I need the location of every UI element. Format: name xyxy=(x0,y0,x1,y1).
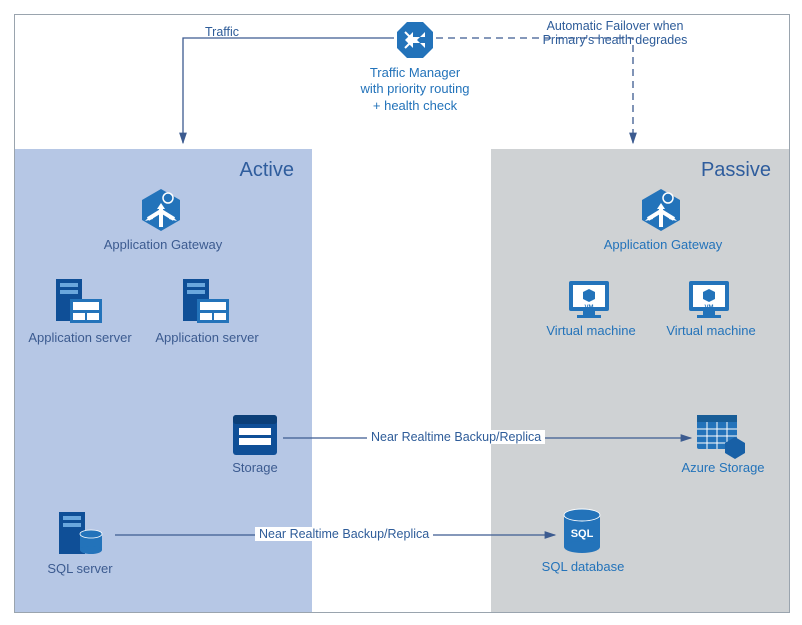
app-gateway-icon-active xyxy=(138,187,184,233)
vm-label-1: Virtual machine xyxy=(537,323,645,338)
azure-storage-label: Azure Storage xyxy=(675,460,771,475)
svg-text:SQL: SQL xyxy=(571,528,594,540)
storage-icon-active xyxy=(231,413,279,457)
sql-server-label: SQL server xyxy=(40,561,120,576)
backup-edge-label-2: Near Realtime Backup/Replica xyxy=(255,527,433,541)
app-server-icon-2 xyxy=(177,277,233,327)
diagram-canvas: Active Passive Traffic Automatic Failove… xyxy=(14,14,790,613)
sql-database-label: SQL database xyxy=(535,559,631,574)
app-gateway-label-active: Application Gateway xyxy=(93,237,233,252)
app-gateway-label-passive: Application Gateway xyxy=(593,237,733,252)
azure-storage-icon xyxy=(695,413,747,459)
traffic-manager-label: Traffic Manager with priority routing + … xyxy=(360,65,470,114)
traffic-manager-icon xyxy=(395,20,435,60)
sql-database-icon: SQL xyxy=(560,507,604,557)
app-gateway-icon-passive xyxy=(638,187,684,233)
vm-icon-2: VM xyxy=(685,277,733,321)
app-server-label-1: Application server xyxy=(25,330,135,345)
failover-edge-label: Automatic Failover when Primary's health… xyxy=(525,19,705,47)
app-server-icon-1 xyxy=(50,277,106,327)
vm-label-2: Virtual machine xyxy=(657,323,765,338)
traffic-edge-label: Traffic xyxy=(205,25,239,39)
storage-label-active: Storage xyxy=(215,460,295,475)
svg-text:VM: VM xyxy=(585,305,594,311)
svg-text:VM: VM xyxy=(705,305,714,311)
app-server-label-2: Application server xyxy=(152,330,262,345)
backup-edge-label-1: Near Realtime Backup/Replica xyxy=(367,430,545,444)
sql-server-icon xyxy=(55,510,105,558)
vm-icon-1: VM xyxy=(565,277,613,321)
